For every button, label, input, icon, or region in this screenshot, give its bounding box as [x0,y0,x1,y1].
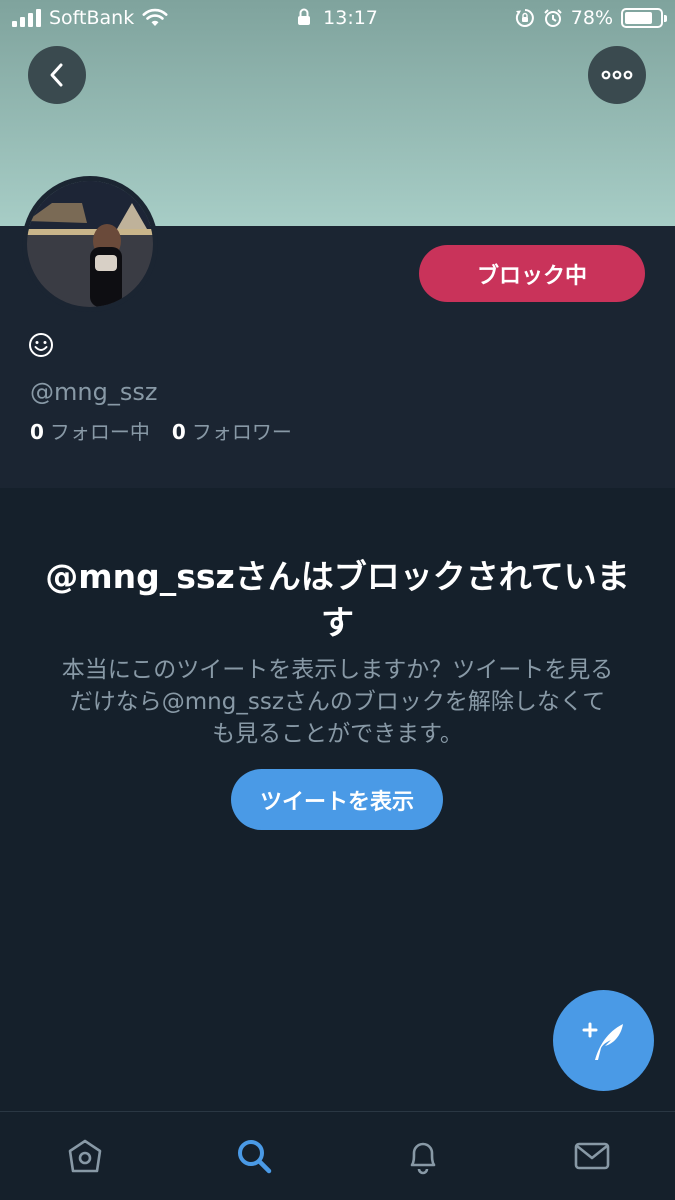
status-right: 78% [515,7,667,29]
lock-icon [298,8,311,25]
home-icon [68,1139,102,1173]
more-options-button[interactable] [588,46,646,104]
battery-icon [621,8,667,28]
avatar-photo [27,181,153,307]
blocked-notice-text: 本当にこのツイートを表示しますか？ツイートを見るだけなら@mng_sszさんのブ… [61,657,614,747]
chevron-left-icon [50,63,63,87]
clock-time: 13:17 [323,7,378,29]
more-horizontal-icon [601,70,633,80]
followers-count: 0 [171,420,186,444]
profile-handle: @mng_ssz [30,378,158,406]
search-icon [238,1140,272,1174]
blocked-notice-title: @mng_sszさんはブロックされています [45,557,630,642]
tab-search[interactable] [232,1134,276,1178]
battery-level [625,12,652,24]
compose-tweet-icon [582,1022,623,1060]
battery-percent: 78% [570,7,613,29]
avatar[interactable] [22,176,158,312]
followers-label: フォロワー [191,420,292,444]
rotation-lock-icon [515,9,534,27]
show-tweets-button[interactable]: ツイートを表示 [231,769,443,830]
status-bar: SoftBank 13:17 78% [0,0,675,38]
following-label: フォロー中 [49,420,150,444]
follow-stats: 0 フォロー中 0 フォロワー [30,416,292,445]
followers-link[interactable]: 0 フォロワー [172,416,292,445]
mail-icon [574,1142,610,1170]
back-button[interactable] [28,46,86,104]
compose-tweet-button[interactable] [553,990,654,1091]
smiley-emoji [29,333,53,357]
tab-notifications[interactable] [401,1134,445,1178]
tab-messages[interactable] [570,1134,614,1178]
tab-home[interactable] [63,1134,107,1178]
following-count: 0 [30,420,44,444]
alarm-icon [544,9,562,27]
blocked-button[interactable]: ブロック中 [419,245,645,302]
bell-icon [410,1142,436,1175]
tab-bar [0,1111,675,1200]
following-link[interactable]: 0 フォロー中 [30,416,150,445]
